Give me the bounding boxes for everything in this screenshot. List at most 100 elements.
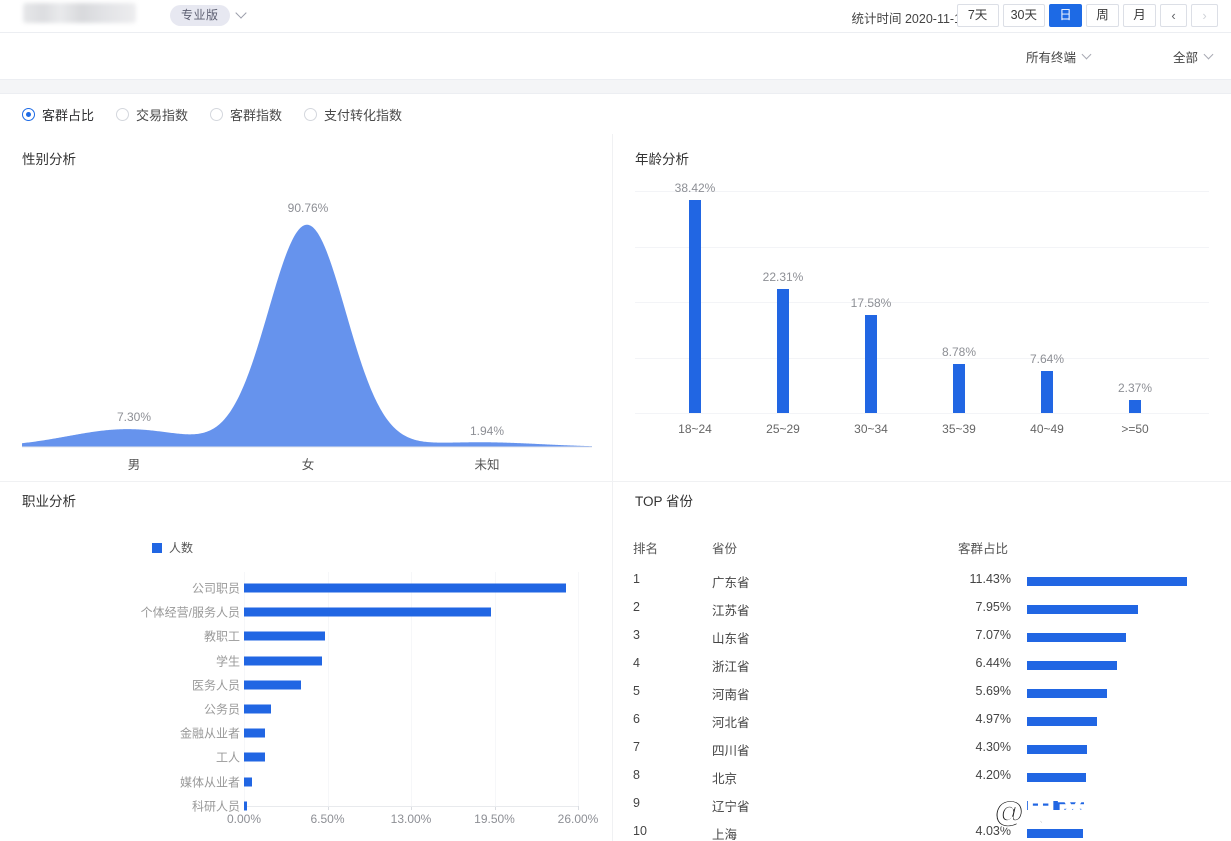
province-name: 河南省 — [712, 688, 750, 702]
table-row[interactable]: 3 山东省 7.07% — [613, 628, 1231, 656]
province-bar — [1027, 829, 1084, 838]
province-bar — [1027, 689, 1107, 698]
occupation-bar[interactable] — [244, 656, 323, 666]
province-bar — [1027, 633, 1126, 642]
gender-category-unknown: 未知 — [474, 458, 500, 472]
occupation-category-label: 学生 — [215, 654, 240, 669]
age-bar-value: 38.42% — [674, 180, 716, 195]
period-button-week[interactable]: 周 — [1086, 4, 1119, 27]
province-bar — [1027, 745, 1088, 754]
age-bar-value: 17.58% — [850, 296, 892, 311]
province-name: 广东省 — [712, 576, 750, 590]
table-row[interactable]: 5 河南省 5.69% — [613, 684, 1231, 712]
occupation-bar[interactable] — [244, 631, 325, 641]
province-bar — [1027, 605, 1139, 614]
top-province-panel: TOP 省份 排名 省份 客群占比 1 广东省 11.43% 2 江苏省 7.95% 3 山东省 7.… — [613, 482, 1231, 841]
terminal-filter-dropdown[interactable]: 所有终端 — [1026, 47, 1091, 66]
table-column-header: 排名 — [633, 542, 659, 556]
table-row[interactable]: 4 浙江省 6.44% — [613, 656, 1231, 684]
province-name: 江苏省 — [712, 604, 750, 618]
occupation-category-label: 科研人员 — [191, 799, 240, 814]
table-row[interactable]: 2 江苏省 7.95% — [613, 600, 1231, 628]
gender-category-male: 男 — [127, 458, 141, 472]
province-bar — [1027, 717, 1097, 726]
province-rank: 1 — [633, 572, 640, 586]
age-panel-title: 年龄分析 — [635, 152, 689, 167]
period-button-day[interactable]: 日 — [1049, 4, 1082, 27]
province-rank: 4 — [633, 656, 640, 670]
occupation-category-label: 媒体从业者 — [179, 775, 240, 790]
province-percent: 4.03% — [975, 824, 1011, 838]
occupation-category-label: 金融从业者 — [179, 726, 240, 741]
table-row[interactable]: 1 广东省 11.43% — [613, 572, 1231, 600]
occupation-bar[interactable] — [244, 704, 271, 714]
province-percent: 5.69% — [975, 684, 1011, 698]
age-bar[interactable] — [689, 199, 701, 413]
prev-date-arrow-icon[interactable]: ‹ — [1160, 4, 1187, 27]
province-percent: 4.97% — [975, 712, 1011, 726]
occupation-axis-tick-label: 19.50% — [474, 812, 515, 826]
occupation-bar[interactable] — [244, 728, 266, 738]
table-row[interactable]: 9 辽宁省 — [613, 796, 1231, 824]
province-rank: 8 — [633, 768, 640, 782]
age-bar[interactable] — [1041, 370, 1053, 413]
province-bar — [1027, 801, 1085, 810]
occupation-legend[interactable]: 人数 — [152, 539, 193, 556]
province-percent: 11.43% — [969, 572, 1011, 586]
period-button-7d[interactable]: 7天 — [956, 4, 999, 27]
next-date-arrow-icon[interactable]: › — [1191, 4, 1218, 27]
occupation-bar-chart: 0.00% 6.50% 13.00% 19.50% 26.00% 公司职员 个体经营/服务人… — [0, 0, 612, 826]
occupation-bar[interactable] — [244, 680, 301, 690]
occupation-bar[interactable] — [244, 777, 252, 787]
province-bar — [1027, 577, 1187, 586]
age-category-label: 30~34 — [854, 422, 888, 436]
gender-value-unknown: 1.94% — [469, 424, 505, 438]
age-bar-value: 22.31% — [762, 270, 804, 285]
table-row[interactable]: 6 河北省 4.97% — [613, 712, 1231, 740]
occupation-bar[interactable] — [244, 583, 567, 593]
table-column-header: 客群占比 — [958, 542, 1009, 556]
legend-label-renshu: 人数 — [169, 541, 194, 555]
occupation-bar[interactable] — [244, 752, 265, 762]
province-bar — [1027, 661, 1118, 670]
province-percent: 7.07% — [975, 628, 1011, 642]
age-bar[interactable] — [1129, 399, 1141, 413]
province-name: 山东省 — [712, 632, 750, 646]
chevron-down-icon — [1205, 53, 1213, 61]
table-row[interactable]: 8 北京 4.20% — [613, 768, 1231, 796]
gridline — [635, 191, 1209, 192]
table-header-row: 排名 省份 客群占比 — [613, 538, 1231, 566]
gridline — [635, 302, 1209, 303]
gridline — [635, 413, 1209, 414]
occupation-axis-tick-label: 6.50% — [310, 812, 345, 826]
age-bar-value: 2.37% — [1117, 380, 1153, 395]
age-category-label: >=50 — [1121, 422, 1149, 436]
period-button-month[interactable]: 月 — [1123, 4, 1156, 27]
province-name: 河北省 — [712, 716, 750, 730]
occupation-category-label: 公司职员 — [191, 581, 240, 596]
province-percent: 6.44% — [975, 656, 1011, 670]
age-category-label: 35~39 — [942, 422, 976, 436]
age-bar-chart: 38.42% 18~24 22.31% 25~29 17.58% 30~34 8.78% 35… — [623, 181, 1223, 461]
occupation-category-label: 个体经营/服务人员 — [140, 605, 240, 620]
province-rank: 10 — [633, 824, 647, 838]
occupation-bar[interactable] — [244, 607, 491, 617]
occupation-bar[interactable] — [244, 801, 248, 811]
occupation-category-label: 公务员 — [203, 702, 240, 717]
age-bar[interactable] — [865, 315, 877, 413]
occupation-category-label: 医务人员 — [191, 678, 240, 693]
province-bar — [1027, 773, 1086, 782]
age-category-label: 18~24 — [678, 422, 712, 436]
province-name: 辽宁省 — [712, 800, 750, 814]
occupation-panel-title: 职业分析 — [22, 494, 76, 509]
age-bar[interactable] — [953, 364, 965, 413]
gridline — [635, 246, 1209, 248]
scope-filter-dropdown[interactable]: 全部 — [1173, 47, 1213, 66]
gridline — [578, 572, 579, 806]
gridline — [494, 572, 496, 806]
occupation-axis-tick-label: 13.00% — [390, 812, 432, 826]
age-bar[interactable] — [777, 289, 789, 413]
period-button-30d[interactable]: 30天 — [1002, 4, 1045, 27]
table-row[interactable]: 7 四川省 4.30% — [613, 740, 1231, 768]
table-row[interactable]: 10 上海 4.03% — [613, 824, 1231, 841]
